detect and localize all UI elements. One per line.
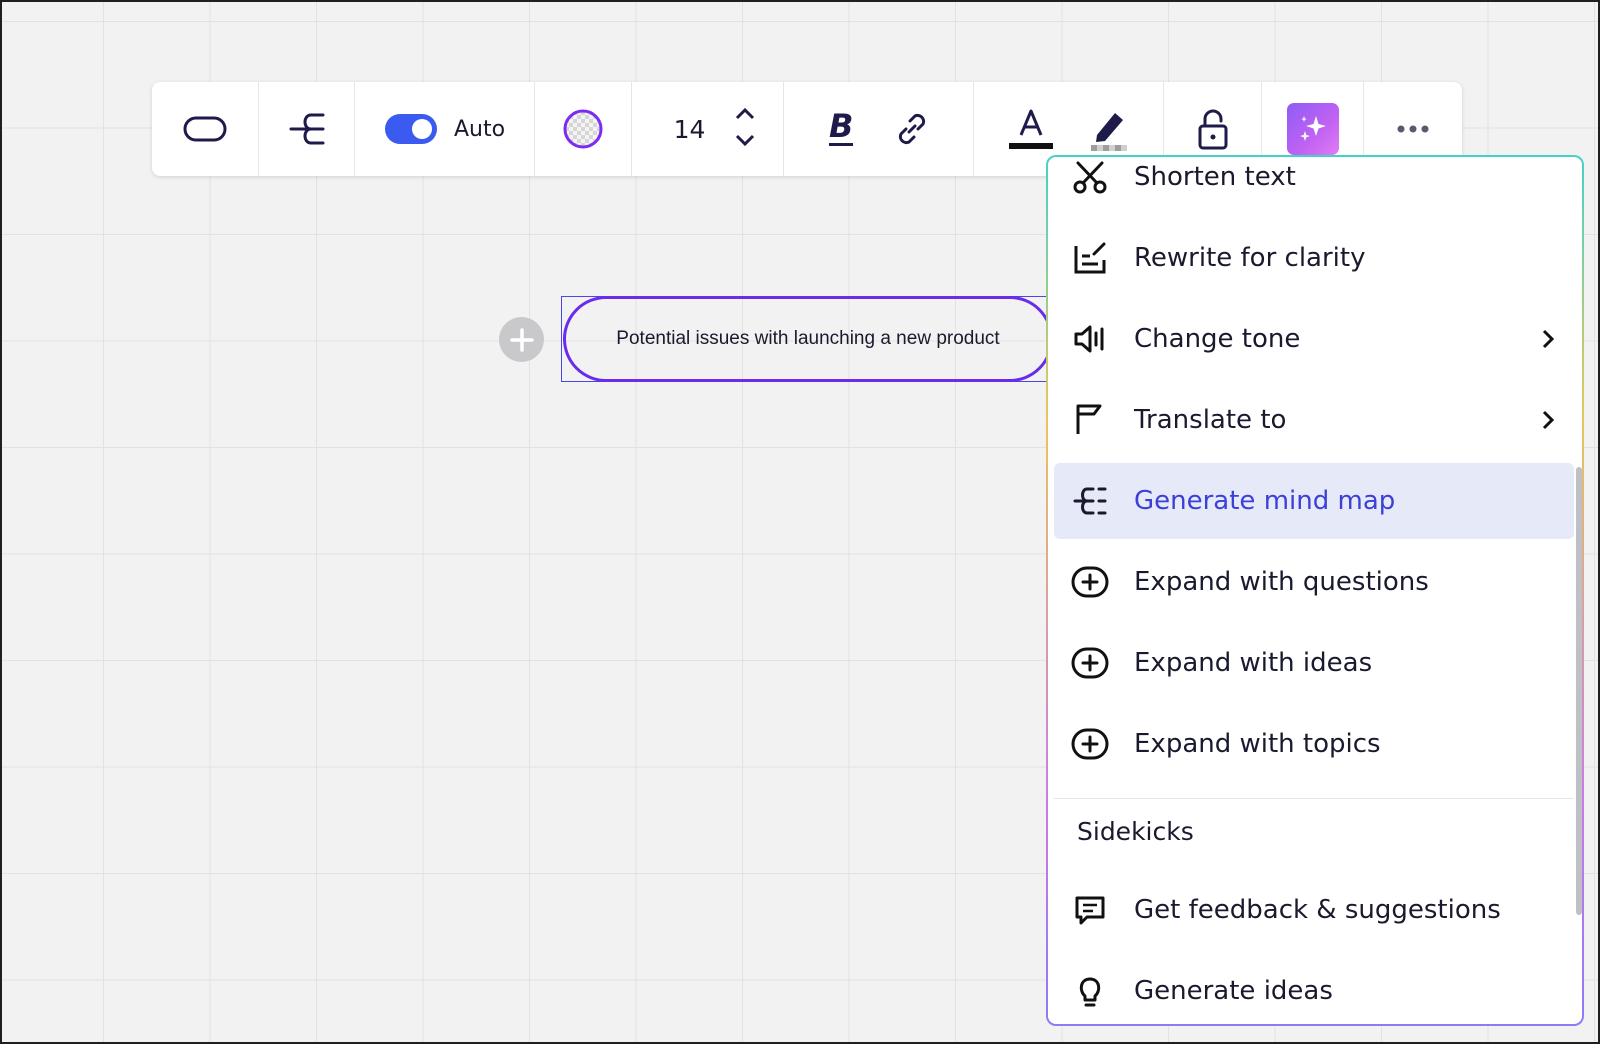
shape-picker[interactable] <box>152 82 259 176</box>
menu-item-label: Get feedback & suggestions <box>1134 895 1501 925</box>
menu-item-generate-mind-map[interactable]: Generate mind map <box>1054 463 1574 539</box>
menu-item-label: Expand with topics <box>1134 729 1381 759</box>
speaker-icon <box>1060 321 1120 357</box>
menu-item-label: Expand with ideas <box>1134 648 1373 678</box>
board-canvas[interactable]: Auto 14 B Potential issues with launchin… <box>0 0 1600 1044</box>
sparkles-icon[interactable] <box>1286 103 1339 155</box>
link-icon[interactable] <box>892 109 932 149</box>
font-size-value[interactable]: 14 <box>660 115 720 144</box>
plus-circle-icon <box>1060 728 1120 760</box>
auto-toggle-switch[interactable] <box>384 113 438 145</box>
mindmap-branch-icon[interactable] <box>287 109 327 149</box>
text-style-group: B <box>784 82 974 176</box>
menu-item-label: Generate mind map <box>1134 486 1396 516</box>
text-color-icon[interactable] <box>1007 105 1055 153</box>
svg-text:B: B <box>829 109 853 145</box>
menu-divider <box>1054 798 1574 799</box>
rounded-rectangle-icon[interactable] <box>183 115 227 143</box>
chevron-up-icon[interactable] <box>734 106 756 126</box>
fill-color-picker[interactable] <box>535 82 632 176</box>
menu-item-change-tone[interactable]: Change tone <box>1054 301 1574 377</box>
mindmap-toggle[interactable] <box>259 82 355 176</box>
plus-circle-icon <box>1060 647 1120 679</box>
menu-item-shorten-text[interactable]: Shorten text <box>1054 157 1574 215</box>
auto-size-toggle-group: Auto <box>355 82 535 176</box>
rewrite-icon <box>1060 240 1120 276</box>
plus-circle-icon <box>1060 566 1120 598</box>
auto-toggle-label: Auto <box>453 116 506 142</box>
chevron-right-icon <box>1540 301 1556 377</box>
menu-item-get-feedback[interactable]: Get feedback & suggestions <box>1054 872 1574 948</box>
transparent-fill-icon[interactable] <box>561 107 605 151</box>
menu-item-expand-with-ideas[interactable]: Expand with ideas <box>1054 625 1574 701</box>
menu-item-expand-with-questions[interactable]: Expand with questions <box>1054 544 1574 620</box>
feedback-icon <box>1060 893 1120 927</box>
flag-icon <box>1060 402 1120 438</box>
menu-item-label: Shorten text <box>1134 162 1296 192</box>
menu-item-expand-with-topics[interactable]: Expand with topics <box>1054 706 1574 782</box>
menu-item-label: Change tone <box>1134 324 1301 354</box>
chevron-right-icon <box>1540 382 1556 458</box>
bold-icon[interactable]: B <box>826 109 856 149</box>
ai-actions-menu-body: Shorten text Rewrite for clarity Change … <box>1048 157 1582 1024</box>
menu-item-generate-ideas[interactable]: Generate ideas <box>1054 953 1574 1024</box>
highlighter-icon[interactable] <box>1087 105 1131 153</box>
menu-item-translate-to[interactable]: Translate to <box>1054 382 1574 458</box>
chevron-down-icon[interactable] <box>734 132 756 152</box>
menu-item-label: Rewrite for clarity <box>1134 243 1366 273</box>
unlock-icon[interactable] <box>1195 107 1231 151</box>
font-size-control: 14 <box>632 82 784 176</box>
menu-item-label: Translate to <box>1134 405 1287 435</box>
menu-item-rewrite-for-clarity[interactable]: Rewrite for clarity <box>1054 220 1574 296</box>
mindmap-root-node[interactable]: Potential issues with launching a new pr… <box>563 296 1053 382</box>
lightbulb-icon <box>1060 974 1120 1008</box>
mindmap-icon <box>1060 483 1120 519</box>
menu-scrollbar[interactable] <box>1576 467 1582 915</box>
menu-item-label: Expand with questions <box>1134 567 1429 597</box>
font-size-stepper[interactable] <box>734 106 756 152</box>
plus-icon[interactable] <box>499 317 544 362</box>
menu-item-label: Generate ideas <box>1134 976 1333 1006</box>
ai-actions-menu: Shorten text Rewrite for clarity Change … <box>1046 155 1584 1026</box>
node-text[interactable]: Potential issues with launching a new pr… <box>616 328 999 350</box>
menu-section-title: Sidekicks <box>1077 817 1194 846</box>
scissors-icon <box>1060 159 1120 195</box>
more-horizontal-icon[interactable] <box>1395 123 1431 135</box>
